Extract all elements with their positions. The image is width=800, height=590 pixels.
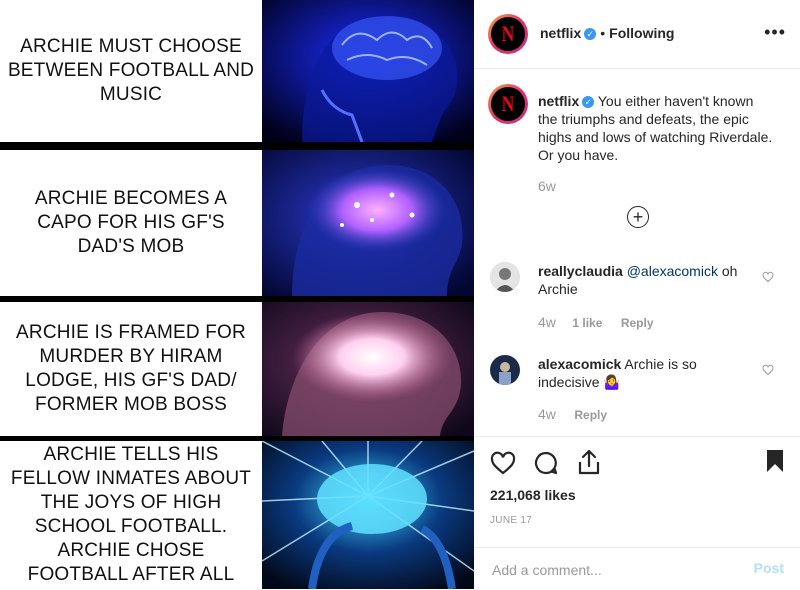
comment-2-avatar[interactable]: [490, 355, 520, 385]
heart-icon[interactable]: [490, 451, 516, 475]
meme-panel-1-text: ARCHIE MUST CHOOSE BETWEEN FOOTBALL AND …: [0, 0, 262, 142]
comment-1-likes[interactable]: 1 like: [572, 316, 602, 330]
meme-panel-4: ARCHIE TELLS HIS FELLOW INMATES ABOUT TH…: [0, 441, 474, 589]
meme-panel-4-text: ARCHIE TELLS HIS FELLOW INMATES ABOUT TH…: [0, 441, 262, 589]
bookmark-icon[interactable]: [766, 449, 784, 473]
comment-2-age[interactable]: 4w: [538, 406, 556, 422]
comment-2: alexacomick Archie is so indecisive 🤷‍♀️: [538, 355, 760, 391]
comment-2-reply-button[interactable]: Reply: [574, 408, 607, 422]
netflix-logo-icon: N: [501, 91, 515, 116]
brain-cosmic-image-4: [262, 441, 474, 589]
user-photo-icon: [490, 355, 520, 385]
meme-panel-2: ARCHIE BECOMES A CAPO FOR HIS GF'S DAD'S…: [0, 150, 474, 296]
comment-2-username[interactable]: alexacomick: [538, 356, 621, 372]
post-sidebar: N netflix ✓ • Following ••• N netflix ✓ You …: [474, 0, 800, 589]
header-separator: •: [600, 25, 606, 41]
add-comment-input[interactable]: [490, 558, 734, 582]
meme-panel-1: ARCHIE MUST CHOOSE BETWEEN FOOTBALL AND …: [0, 0, 474, 142]
post-header: N netflix ✓ • Following •••: [474, 0, 800, 69]
comment-1-heart-icon[interactable]: [762, 271, 774, 283]
meme-panel-3: ARCHIE IS FRAMED FOR MURDER BY HIRAM LOD…: [0, 302, 474, 436]
meme-panel-2-text: ARCHIE BECOMES A CAPO FOR HIS GF'S DAD'S…: [0, 150, 262, 296]
caption-avatar[interactable]: N: [488, 84, 528, 124]
post-date: JUNE 17: [490, 515, 533, 526]
like-count[interactable]: 221,068 likes: [490, 487, 576, 503]
verified-badge-icon: ✓: [582, 96, 595, 109]
caption: netflix ✓ You either haven't known the tr…: [538, 92, 774, 164]
comment-1-meta: 4w 1 like Reply: [538, 314, 654, 332]
comment-1-age[interactable]: 4w: [538, 314, 556, 330]
post-button[interactable]: Post: [754, 560, 784, 576]
more-dots-icon[interactable]: •••: [764, 22, 786, 43]
comment-1-reply-button[interactable]: Reply: [621, 316, 654, 330]
add-comment-bar: Post: [474, 547, 800, 590]
comment-icon[interactable]: [534, 451, 558, 475]
comment-1-mention[interactable]: @alexacomick: [627, 263, 718, 279]
verified-badge-icon: ✓: [584, 27, 597, 40]
shrug-emoji-icon: 🤷‍♀️: [603, 374, 621, 390]
comment-2-heart-icon[interactable]: [762, 364, 774, 376]
caption-username[interactable]: netflix: [538, 93, 579, 109]
plus-circle-icon[interactable]: +: [627, 206, 649, 228]
caption-age[interactable]: 6w: [538, 178, 556, 194]
meme-image: ARCHIE MUST CHOOSE BETWEEN FOOTBALL AND …: [0, 0, 474, 589]
share-icon[interactable]: [578, 449, 600, 475]
netflix-avatar[interactable]: N: [488, 14, 528, 54]
following-button[interactable]: Following: [609, 25, 674, 41]
user-photo-icon: [490, 262, 520, 292]
comment-1-username[interactable]: reallyclaudia: [538, 263, 623, 279]
comment-2-meta: 4w Reply: [538, 406, 607, 424]
comment-1: reallyclaudia @alexacomick oh Archie: [538, 262, 760, 298]
brain-glow-image-2: [262, 150, 474, 296]
post-actions: 221,068 likes JUNE 17 Post: [474, 436, 800, 589]
brain-bright-image-3: [262, 302, 474, 436]
netflix-logo-icon: N: [501, 21, 515, 46]
comment-1-avatar[interactable]: [490, 262, 520, 292]
brain-xray-image-1: [262, 0, 474, 142]
header-username[interactable]: netflix: [540, 25, 581, 41]
meme-panel-3-text: ARCHIE IS FRAMED FOR MURDER BY HIRAM LOD…: [0, 302, 262, 436]
